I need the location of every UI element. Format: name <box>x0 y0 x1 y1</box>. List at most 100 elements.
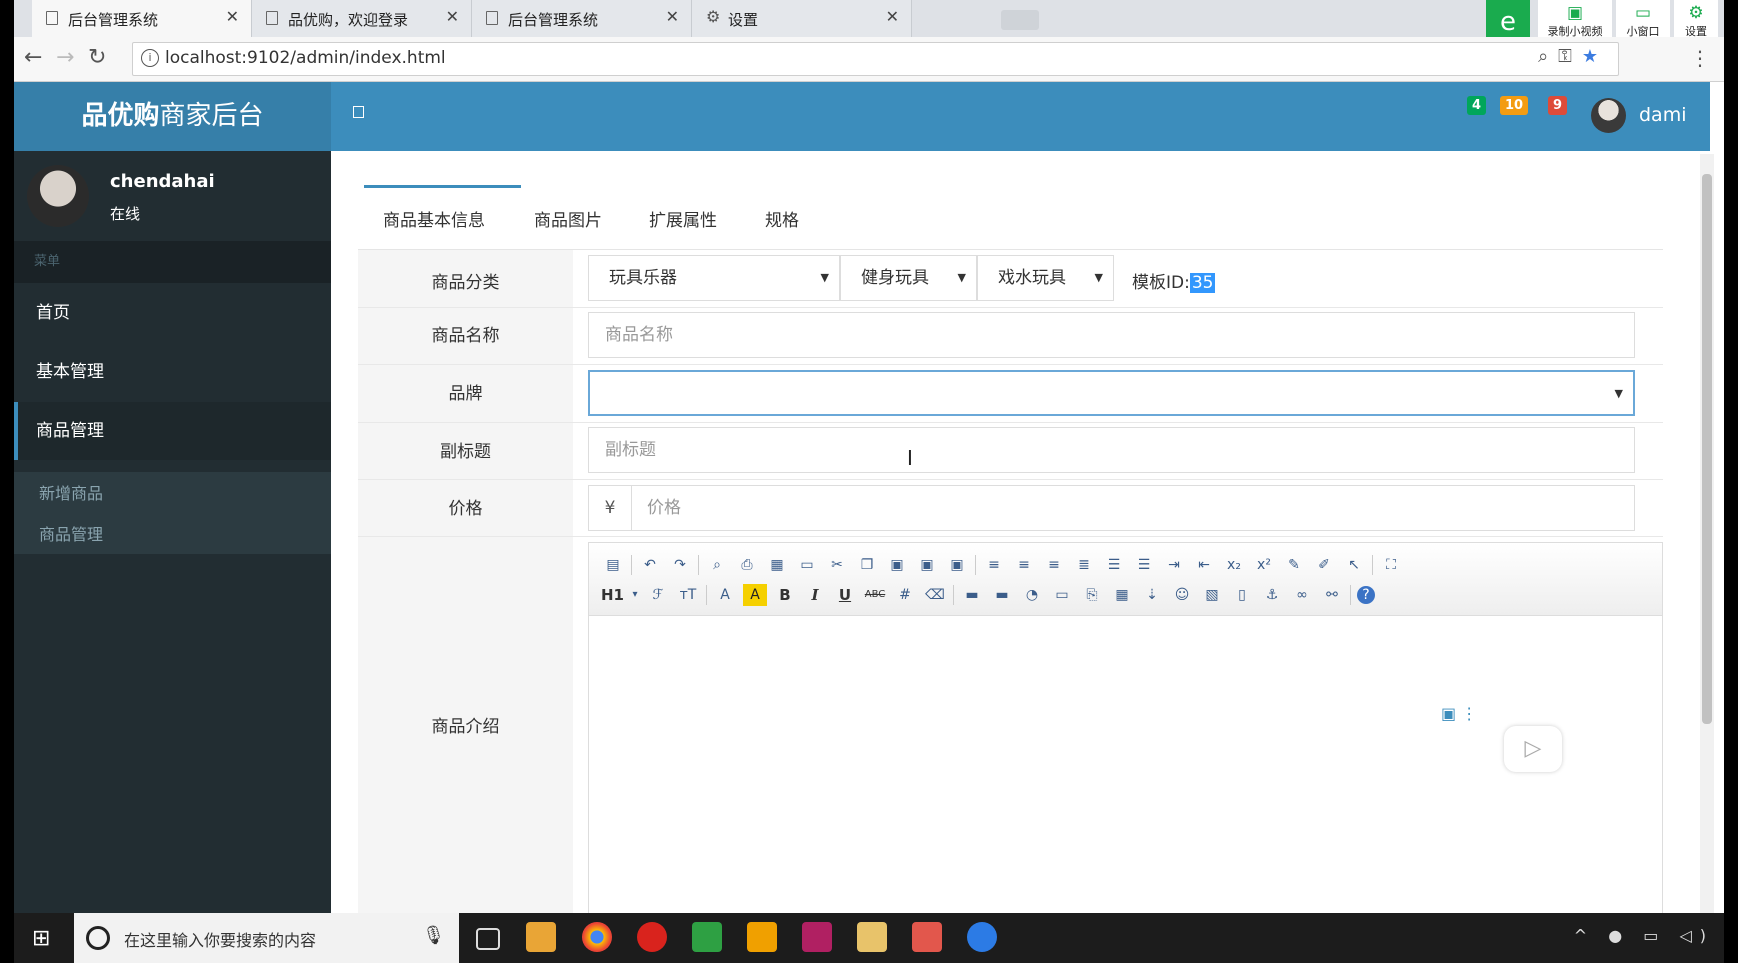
chrome-icon[interactable] <box>582 922 612 952</box>
close-icon[interactable]: ✕ <box>446 7 459 26</box>
browser-tab-login[interactable]: 品优购，欢迎登录 ✕ <box>252 0 472 37</box>
category1-select[interactable]: 玩具乐器 ▼ <box>588 255 840 301</box>
eraser-icon[interactable]: ⌫ <box>923 584 947 606</box>
brand-select[interactable]: ▼ <box>588 370 1635 416</box>
anchor-icon[interactable]: ⚓ <box>1260 584 1284 606</box>
app-orange-icon[interactable] <box>747 922 777 952</box>
outdent-icon[interactable]: ⇤ <box>1192 554 1216 576</box>
task-badge[interactable]: 10 <box>1500 96 1529 115</box>
table-icon[interactable]: ▦ <box>1110 584 1134 606</box>
select-all-icon[interactable]: ✐ <box>1312 554 1336 576</box>
unordered-list-icon[interactable]: ☰ <box>1132 554 1156 576</box>
emoticon-icon[interactable]: ☺ <box>1170 584 1194 606</box>
back-icon[interactable]: ← <box>24 45 42 70</box>
undo-icon[interactable]: ↶ <box>638 554 662 576</box>
link-icon[interactable]: ∞ <box>1290 584 1314 606</box>
underline-button[interactable]: U <box>833 584 857 606</box>
message-badge[interactable]: 9 <box>1548 96 1568 115</box>
category3-select[interactable]: 戏水玩具 ▼ <box>977 255 1114 301</box>
bold-button[interactable]: B <box>773 584 797 606</box>
heading-button[interactable]: H1 <box>601 586 624 604</box>
subscript-icon[interactable]: x₂ <box>1222 554 1246 576</box>
attachment-icon[interactable]: ⎘ <box>1080 584 1104 606</box>
intellij-icon[interactable] <box>802 922 832 952</box>
source-icon[interactable]: ▤ <box>601 554 625 576</box>
font-color-icon[interactable]: A <box>713 584 737 606</box>
close-icon[interactable]: ✕ <box>886 7 899 26</box>
app-blue-icon[interactable] <box>967 922 997 952</box>
category2-select[interactable]: 健身玩具 ▼ <box>840 255 977 301</box>
price-input[interactable]: ¥ 价格 <box>588 485 1635 531</box>
line-height-icon[interactable]: # <box>893 584 917 606</box>
page-scrollbar[interactable] <box>1700 154 1714 913</box>
sidebar-item-home[interactable]: 首页 <box>14 284 331 342</box>
info-icon[interactable]: i <box>141 49 159 67</box>
browser-tab-admin-2[interactable]: 后台管理系统 ✕ <box>472 0 692 37</box>
flash-icon[interactable]: ◔ <box>1020 584 1044 606</box>
fullscreen-icon[interactable]: ⛶ <box>1379 554 1403 576</box>
sidebar-item-goods[interactable]: 商品管理 <box>14 402 331 460</box>
unlink-icon[interactable]: ⚯ <box>1320 584 1344 606</box>
url-input[interactable]: i localhost:9102/admin/index.html ⌕⚿★ <box>132 42 1619 76</box>
tab-extended-attrs[interactable]: 扩展属性 <box>649 206 717 231</box>
map-icon[interactable]: ▧ <box>1200 584 1224 606</box>
indent-icon[interactable]: ⇥ <box>1162 554 1186 576</box>
close-icon[interactable]: ✕ <box>226 7 239 26</box>
paste-word-icon[interactable]: ▣ <box>945 554 969 576</box>
strikethrough-button[interactable]: ABC <box>863 584 887 606</box>
sidebar-item-basic[interactable]: 基本管理 <box>14 343 331 401</box>
header-username[interactable]: dami <box>1639 104 1687 126</box>
pointer-icon[interactable]: ↖ <box>1342 554 1366 576</box>
italic-button[interactable]: I <box>803 584 827 606</box>
ordered-list-icon[interactable]: ☰ <box>1102 554 1126 576</box>
zoom-icon[interactable]: ⌕ <box>1538 46 1558 67</box>
preview-icon[interactable]: ⌕ <box>705 554 729 576</box>
windows-start-icon[interactable]: ⊞ <box>32 926 50 951</box>
system-tray[interactable]: ^ ● ▭ ◁) <box>1574 926 1714 945</box>
pdf-icon[interactable] <box>912 922 942 952</box>
taskbar-search-box[interactable]: 在这里输入你要搜索的内容 🎙 <box>74 913 459 963</box>
superscript-icon[interactable]: x² <box>1252 554 1276 576</box>
new-tab-button[interactable] <box>1001 10 1039 30</box>
app-red-icon[interactable] <box>637 922 667 952</box>
float-user-icon[interactable]: ▣ ⋮ <box>1441 704 1477 723</box>
font-size-icon[interactable]: тT <box>676 584 700 606</box>
cut-icon[interactable]: ✂ <box>825 554 849 576</box>
code-icon[interactable]: ▭ <box>795 554 819 576</box>
clear-format-icon[interactable]: ✎ <box>1282 554 1306 576</box>
image-icon[interactable]: ▬ <box>960 584 984 606</box>
notification-badge[interactable]: 4 <box>1467 96 1487 115</box>
forward-icon[interactable]: → <box>56 45 74 70</box>
browser-tab-settings[interactable]: ⚙ 设置 ✕ <box>692 0 912 37</box>
scrollbar-thumb[interactable] <box>1702 174 1712 724</box>
file-explorer-icon[interactable] <box>857 922 887 952</box>
align-center-icon[interactable]: ≡ <box>1012 554 1036 576</box>
rich-text-editor[interactable]: ▤ ↶ ↷ ⌕ ⎙ ▦ ▭ ✂ ❐ ▣ ▣ ▣ ≡ ≡ ≡ ≣ ☰ ☰ ⇥ ⇤ … <box>588 542 1663 913</box>
app-logo[interactable]: 品优购商家后台 <box>14 82 331 151</box>
help-icon[interactable]: ? <box>1357 586 1375 604</box>
copy-icon[interactable]: ❐ <box>855 554 879 576</box>
print-icon[interactable]: ⎙ <box>735 554 759 576</box>
play-button[interactable]: ▷ <box>1504 726 1562 772</box>
microphone-icon[interactable]: 🎙 <box>422 925 445 946</box>
close-icon[interactable]: ✕ <box>666 7 679 26</box>
tab-specs[interactable]: 规格 <box>765 206 799 231</box>
star-icon[interactable]: ★ <box>1582 46 1608 67</box>
justify-icon[interactable]: ≣ <box>1072 554 1096 576</box>
sidebar-subitem-add-goods[interactable]: 新增商品 <box>39 480 103 504</box>
align-left-icon[interactable]: ≡ <box>982 554 1006 576</box>
pagebreak-icon[interactable]: ▯ <box>1230 584 1254 606</box>
omnibox-icons[interactable]: ⌕⚿★ <box>1538 46 1608 67</box>
app-green-icon[interactable] <box>692 922 722 952</box>
sidebar-toggle-icon[interactable] <box>353 106 364 118</box>
template-icon[interactable]: ▦ <box>765 554 789 576</box>
media-icon[interactable]: ▭ <box>1050 584 1074 606</box>
menu-dots-icon[interactable]: ⋮ <box>1690 46 1710 70</box>
subtitle-input[interactable]: 副标题 I <box>588 427 1635 473</box>
app-folder-icon[interactable] <box>526 922 556 952</box>
highlight-icon[interactable]: A <box>743 584 767 606</box>
header-avatar[interactable] <box>1591 98 1626 133</box>
paste-text-icon[interactable]: ▣ <box>915 554 939 576</box>
tab-basic-info[interactable]: 商品基本信息 <box>383 206 485 231</box>
multi-image-icon[interactable]: ▬ <box>990 584 1014 606</box>
